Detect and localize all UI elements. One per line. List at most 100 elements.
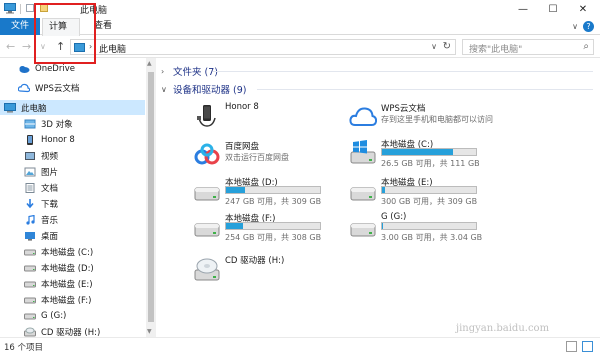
downloads-icon xyxy=(24,198,36,209)
free-space-label: 247 GB 可用，共 309 GB xyxy=(225,197,322,206)
device-item[interactable]: Honor 8 xyxy=(193,102,363,132)
nav-item[interactable]: 文档 xyxy=(0,180,145,195)
nav-scrollbar[interactable]: ▲ ▼ xyxy=(146,58,156,337)
drive-icon xyxy=(24,295,36,305)
details-view-icon[interactable] xyxy=(566,341,577,352)
folders-group-header[interactable]: › 文件夹 (7) xyxy=(161,64,218,79)
watermark: jingyan.baidu.com xyxy=(456,323,550,334)
free-space-label: 3.00 GB 可用，共 3.04 GB xyxy=(381,233,483,242)
forward-icon[interactable]: → xyxy=(22,40,31,53)
nav-item[interactable]: 本地磁盘 (F:) xyxy=(0,292,145,307)
maximize-icon: ☐ xyxy=(548,3,558,15)
videos-icon xyxy=(24,151,36,161)
nav-item-label: G (G:) xyxy=(41,310,67,321)
large-icons-view-icon[interactable] xyxy=(582,341,593,352)
3d-objects-icon xyxy=(24,119,36,129)
nav-item-label: 本地磁盘 (C:) xyxy=(41,247,94,258)
nav-item[interactable]: 本地磁盘 (D:) xyxy=(0,260,145,275)
nav-item-label: 本地磁盘 (D:) xyxy=(41,263,94,274)
device-name: G (G:) xyxy=(381,212,407,222)
nav-item-label: OneDrive xyxy=(35,63,75,74)
maximize-button[interactable]: ☐ xyxy=(538,0,568,18)
documents-icon xyxy=(24,182,36,193)
nav-item-label: 本地磁盘 (E:) xyxy=(41,279,93,290)
chevron-right-icon: › xyxy=(161,66,165,76)
free-space-label: 26.5 GB 可用，共 111 GB xyxy=(381,159,480,168)
nav-item[interactable]: G (G:) xyxy=(0,308,145,323)
device-item[interactable]: CD 驱动器 (H:) xyxy=(193,254,363,284)
nav-item[interactable]: 音乐 xyxy=(0,212,145,227)
device-item[interactable]: 本地磁盘 (D:) 247 GB 可用，共 309 GB xyxy=(193,176,363,206)
device-item[interactable]: 本地磁盘 (F:) 254 GB 可用，共 308 GB xyxy=(193,212,363,242)
nav-item[interactable]: 本地磁盘 (E:) xyxy=(0,276,145,291)
drive-icon xyxy=(349,214,377,240)
divider xyxy=(257,89,593,90)
pc-icon[interactable] xyxy=(4,3,16,14)
address-bar[interactable]: › 此电脑 ∨ ↻ xyxy=(70,39,456,55)
desktop-icon xyxy=(24,231,36,241)
scroll-down-icon[interactable]: ▼ xyxy=(147,328,152,335)
baidu-netdisk-icon xyxy=(193,142,221,168)
usage-bar-fill xyxy=(382,187,385,193)
scroll-up-icon[interactable]: ▲ xyxy=(147,60,152,67)
nav-item[interactable]: Honor 8 xyxy=(0,132,145,147)
minimize-icon: — xyxy=(518,3,528,15)
drive-icon xyxy=(24,247,36,257)
folders-group-label: 文件夹 (7) xyxy=(173,67,218,78)
address-dropdown-icon[interactable]: ∨ xyxy=(431,42,437,51)
wps-cloud-icon xyxy=(349,104,378,130)
music-icon xyxy=(24,214,36,225)
breadcrumb[interactable]: 此电脑 xyxy=(99,42,126,55)
usage-bar-fill xyxy=(226,187,245,193)
nav-item-label: 视频 xyxy=(41,151,59,162)
nav-item-label: 文档 xyxy=(41,183,59,194)
device-item[interactable]: WPS云文档 存到这里手机和电脑都可以访问 xyxy=(349,102,519,132)
highlight-annotation xyxy=(34,3,96,64)
usage-bar xyxy=(381,222,477,230)
scroll-thumb[interactable] xyxy=(148,72,154,322)
back-icon[interactable]: ← xyxy=(6,40,15,53)
nav-item[interactable]: 视频 xyxy=(0,148,145,163)
phone-icon xyxy=(193,104,221,130)
usage-bar xyxy=(381,148,477,156)
device-name: CD 驱动器 (H:) xyxy=(225,256,285,266)
devices-group-header[interactable]: ∨ 设备和驱动器 (9) xyxy=(161,82,247,97)
nav-item-label: WPS云文档 xyxy=(35,83,80,94)
pictures-icon xyxy=(24,167,36,177)
device-description: 存到这里手机和电脑都可以访问 xyxy=(381,115,493,124)
search-input[interactable]: 搜索"此电脑" ⌕ xyxy=(462,39,594,55)
expand-ribbon-icon[interactable]: ∨ xyxy=(572,22,578,31)
nav-item[interactable]: 此电脑 xyxy=(0,100,145,115)
qat-separator xyxy=(20,4,21,14)
usage-bar-fill xyxy=(382,223,383,229)
device-item[interactable]: 本地磁盘 (E:) 300 GB 可用，共 309 GB xyxy=(349,176,519,206)
chevron-down-icon: ∨ xyxy=(161,84,167,94)
help-icon[interactable]: ? xyxy=(583,21,594,32)
device-item[interactable]: G (G:) 3.00 GB 可用，共 3.04 GB xyxy=(349,212,519,242)
nav-item[interactable]: 下载 xyxy=(0,196,145,211)
minimize-button[interactable]: — xyxy=(508,0,538,18)
nav-item-label: 桌面 xyxy=(41,231,59,242)
nav-item[interactable]: WPS云文档 xyxy=(0,80,145,95)
usage-bar xyxy=(225,222,321,230)
devices-group-label: 设备和驱动器 (9) xyxy=(173,85,247,96)
nav-item[interactable]: 图片 xyxy=(0,164,145,179)
drive-icon xyxy=(24,263,36,273)
device-item[interactable]: 本地磁盘 (C:) 26.5 GB 可用，共 111 GB xyxy=(349,138,519,168)
pc-icon xyxy=(4,102,16,113)
properties-icon[interactable] xyxy=(26,4,34,12)
nav-item[interactable]: 3D 对象 xyxy=(0,116,145,131)
refresh-icon[interactable]: ↻ xyxy=(443,41,451,52)
free-space-label: 254 GB 可用，共 308 GB xyxy=(225,233,322,242)
navigation-pane: ▲ ▼ OneDrive WPS云文档此电脑 3D 对象 Honor 8 视频图片文档下… xyxy=(0,58,156,338)
device-name: WPS云文档 xyxy=(381,104,426,114)
close-button[interactable]: ✕ xyxy=(568,0,598,18)
search-placeholder: 搜索"此电脑" xyxy=(469,45,523,55)
nav-item[interactable]: 桌面 xyxy=(0,228,145,243)
free-space-label: 300 GB 可用，共 309 GB xyxy=(381,197,478,206)
device-item[interactable]: 百度网盘 双击运行百度网盘 xyxy=(193,140,363,170)
search-icon[interactable]: ⌕ xyxy=(583,41,589,52)
wps-cloud-icon xyxy=(17,83,31,93)
nav-item[interactable]: 本地磁盘 (C:) xyxy=(0,244,145,259)
close-icon: ✕ xyxy=(578,3,588,15)
